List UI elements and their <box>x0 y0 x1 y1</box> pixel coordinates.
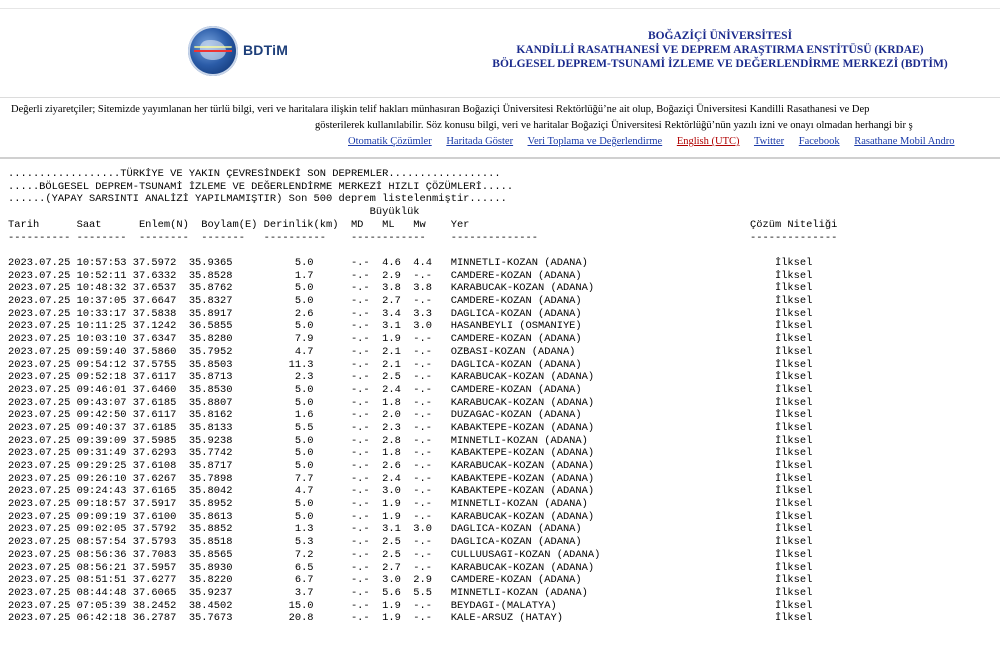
logo-text: BDTiM <box>243 42 289 58</box>
link-english-utc[interactable]: English (UTC) <box>677 136 740 147</box>
earthquake-row: 2023.07.25 09:02:05 37.5792 35.8852 1.3 … <box>8 523 813 536</box>
globe-logo-icon <box>188 26 238 76</box>
earthquake-row: 2023.07.25 06:42:18 36.2787 35.7673 20.8… <box>8 612 813 625</box>
nav-links: Otomatik Çözümler Haritada Göster Veri T… <box>348 134 967 150</box>
column-headers: Tarih Saat Enlem(N) Boylam(E) Derinlik(k… <box>8 218 838 231</box>
site-header: BDTiM BOĞAZİÇİ ÜNİVERSİTESİ KANDİLLİ RAS… <box>0 9 1000 89</box>
separator <box>0 157 1000 159</box>
notice-line-2: gösterilerek kullanılabilir. Söz konusu … <box>315 120 913 131</box>
earthquake-row: 2023.07.25 09:26:10 37.6267 35.7898 7.7 … <box>8 472 813 485</box>
link-mobile-android[interactable]: Rasathane Mobil Andro <box>854 136 954 147</box>
earthquake-row: 2023.07.25 09:52:18 37.6117 35.8713 2.3 … <box>8 371 813 384</box>
link-automatic-solutions[interactable]: Otomatik Çözümler <box>348 136 432 147</box>
earthquake-row: 2023.07.25 09:42:50 37.6117 35.8162 1.6 … <box>8 409 813 422</box>
earthquake-row: 2023.07.25 09:29:25 37.6108 35.8717 5.0 … <box>8 460 813 472</box>
list-title-2: .....BÖLGESEL DEPREM-TSUNAMİ İZLEME VE D… <box>8 180 514 193</box>
list-title-3: ......(YAPAY SARSINTI ANALİZİ YAPILMAMIŞ… <box>8 193 507 206</box>
link-show-on-map[interactable]: Haritada Göster <box>446 136 513 147</box>
earthquake-row: 2023.07.25 09:40:37 37.6185 35.8133 5.5 … <box>8 421 813 434</box>
earthquake-row: 2023.07.25 10:11:25 37.1242 36.5855 5.0 … <box>8 320 813 333</box>
notice-line-1: Değerli ziyaretçiler; Sitemizde yayımlan… <box>11 104 870 115</box>
column-dashes: ---------- -------- -------- ------- ---… <box>8 231 838 244</box>
link-facebook[interactable]: Facebook <box>799 136 840 147</box>
earthquake-row: 2023.07.25 09:09:19 37.6100 35.8613 5.0 … <box>8 510 813 523</box>
copyright-notice: Değerli ziyaretçiler; Sitemizde yayımlan… <box>0 97 1000 154</box>
list-header: ..................TÜRKİYE VE YAKIN ÇEVRE… <box>8 168 837 244</box>
institute-title: KANDİLLİ RASATHANESİ VE DEPREM ARAŞTIRMA… <box>516 44 924 56</box>
earthquake-row: 2023.07.25 08:44:48 37.6065 35.9237 3.7 … <box>8 586 813 599</box>
earthquake-row: 2023.07.25 09:18:57 37.5917 35.8952 5.0 … <box>8 498 813 511</box>
magnitude-group-label: Büyüklük <box>8 206 420 219</box>
bdtim-logo[interactable]: BDTiM <box>188 26 308 76</box>
earthquake-row: 2023.07.25 08:56:36 37.7083 35.8565 7.2 … <box>8 548 813 561</box>
earthquake-row: 2023.07.25 09:31:49 37.6293 35.7742 5.0 … <box>8 447 813 460</box>
link-data-collection[interactable]: Veri Toplama ve Değerlendirme <box>528 136 663 147</box>
earthquake-list: 2023.07.25 10:57:53 37.5972 35.9365 5.0 … <box>8 257 812 625</box>
earthquake-row: 2023.07.25 09:43:07 37.6185 35.8807 5.0 … <box>8 396 813 409</box>
earthquake-row: 2023.07.25 07:05:39 38.2452 38.4502 15.0… <box>8 599 813 612</box>
earthquake-row: 2023.07.25 09:54:12 37.5755 35.8503 11.3… <box>8 358 813 371</box>
earthquake-row: 2023.07.25 09:59:40 37.5860 35.7952 4.7 … <box>8 345 813 358</box>
earthquake-row: 2023.07.25 09:24:43 37.6165 35.8042 4.7 … <box>8 485 813 498</box>
earthquake-row: 2023.07.25 09:39:09 37.5985 35.9238 5.0 … <box>8 434 813 447</box>
center-title: BÖLGESEL DEPREM-TSUNAMİ İZLEME VE DEĞERL… <box>492 58 948 70</box>
earthquake-row: 2023.07.25 10:37:05 37.6647 35.8327 5.0 … <box>8 295 813 308</box>
earthquake-row: 2023.07.25 09:46:01 37.6460 35.8530 5.0 … <box>8 383 813 396</box>
list-title-1: ..................TÜRKİYE VE YAKIN ÇEVRE… <box>8 168 501 180</box>
earthquake-row: 2023.07.25 10:33:17 37.5838 35.8917 2.6 … <box>8 307 813 320</box>
earthquake-row: 2023.07.25 08:57:54 37.5793 35.8518 5.3 … <box>8 536 813 549</box>
earthquake-row: 2023.07.25 10:57:53 37.5972 35.9365 5.0 … <box>8 257 813 269</box>
link-twitter[interactable]: Twitter <box>754 136 784 147</box>
institution-titles: BOĞAZİÇİ ÜNİVERSİTESİ KANDİLLİ RASATHANE… <box>480 29 960 71</box>
university-title: BOĞAZİÇİ ÜNİVERSİTESİ <box>647 30 793 42</box>
earthquake-row: 2023.07.25 08:56:21 37.5957 35.8930 6.5 … <box>8 561 813 574</box>
earthquake-row: 2023.07.25 10:52:11 37.6332 35.8528 1.7 … <box>8 269 813 282</box>
earthquake-row: 2023.07.25 08:51:51 37.6277 35.8220 6.7 … <box>8 574 813 587</box>
earthquake-row: 2023.07.25 10:48:32 37.6537 35.8762 5.0 … <box>8 282 813 295</box>
earthquake-row: 2023.07.25 10:03:10 37.6347 35.8280 7.9 … <box>8 333 813 346</box>
